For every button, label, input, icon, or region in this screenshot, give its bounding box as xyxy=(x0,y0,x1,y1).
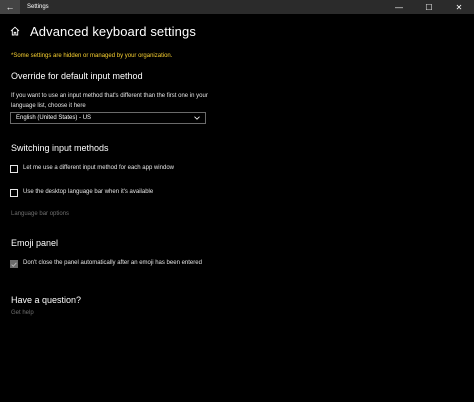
maximize-button[interactable]: ☐ xyxy=(414,0,444,14)
page-title: Advanced keyboard settings xyxy=(30,24,196,39)
help-heading: Have a question? xyxy=(11,295,82,305)
switching-heading: Switching input methods xyxy=(11,143,109,153)
dropdown-value: English (United States) - US xyxy=(16,115,92,121)
emoji-heading: Emoji panel xyxy=(11,238,59,248)
per-app-input-checkbox[interactable] xyxy=(10,165,18,173)
per-app-input-option[interactable]: Let me use a different input method for … xyxy=(10,164,174,173)
emoji-panel-option: Don't close the panel automatically afte… xyxy=(10,259,223,268)
close-icon: ✕ xyxy=(455,2,463,12)
back-arrow-icon: ← xyxy=(5,2,15,12)
desktop-language-bar-option[interactable]: Use the desktop language bar when it's a… xyxy=(10,188,153,197)
title-bar: ← Settings — ☐ ✕ xyxy=(0,0,474,14)
chevron-down-icon xyxy=(194,116,200,120)
override-heading: Override for default input method xyxy=(11,71,143,81)
per-app-input-label: Let me use a different input method for … xyxy=(23,165,174,171)
minimize-icon: — xyxy=(395,2,403,12)
settings-page: Advanced keyboard settings *Some setting… xyxy=(0,14,474,402)
checkmark-icon xyxy=(11,261,17,267)
back-button[interactable]: ← xyxy=(0,0,20,14)
window-title: Settings xyxy=(27,4,49,10)
maximize-icon: ☐ xyxy=(425,2,433,12)
input-method-dropdown[interactable]: English (United States) - US xyxy=(10,112,206,124)
desktop-language-bar-checkbox[interactable] xyxy=(10,189,18,197)
window-controls: — ☐ ✕ xyxy=(384,0,474,14)
home-icon[interactable] xyxy=(10,26,20,36)
managed-settings-notice: *Some settings are hidden or managed by … xyxy=(11,53,173,59)
get-help-link[interactable]: Get help xyxy=(11,310,34,316)
emoji-panel-checkbox xyxy=(10,260,18,268)
language-bar-options-link: Language bar options xyxy=(11,211,70,217)
minimize-button[interactable]: — xyxy=(384,0,414,14)
close-button[interactable]: ✕ xyxy=(444,0,474,14)
desktop-language-bar-label: Use the desktop language bar when it's a… xyxy=(23,189,154,195)
override-description: If you want to use an input method that'… xyxy=(11,93,208,109)
emoji-panel-label: Don't close the panel automatically afte… xyxy=(23,260,202,266)
